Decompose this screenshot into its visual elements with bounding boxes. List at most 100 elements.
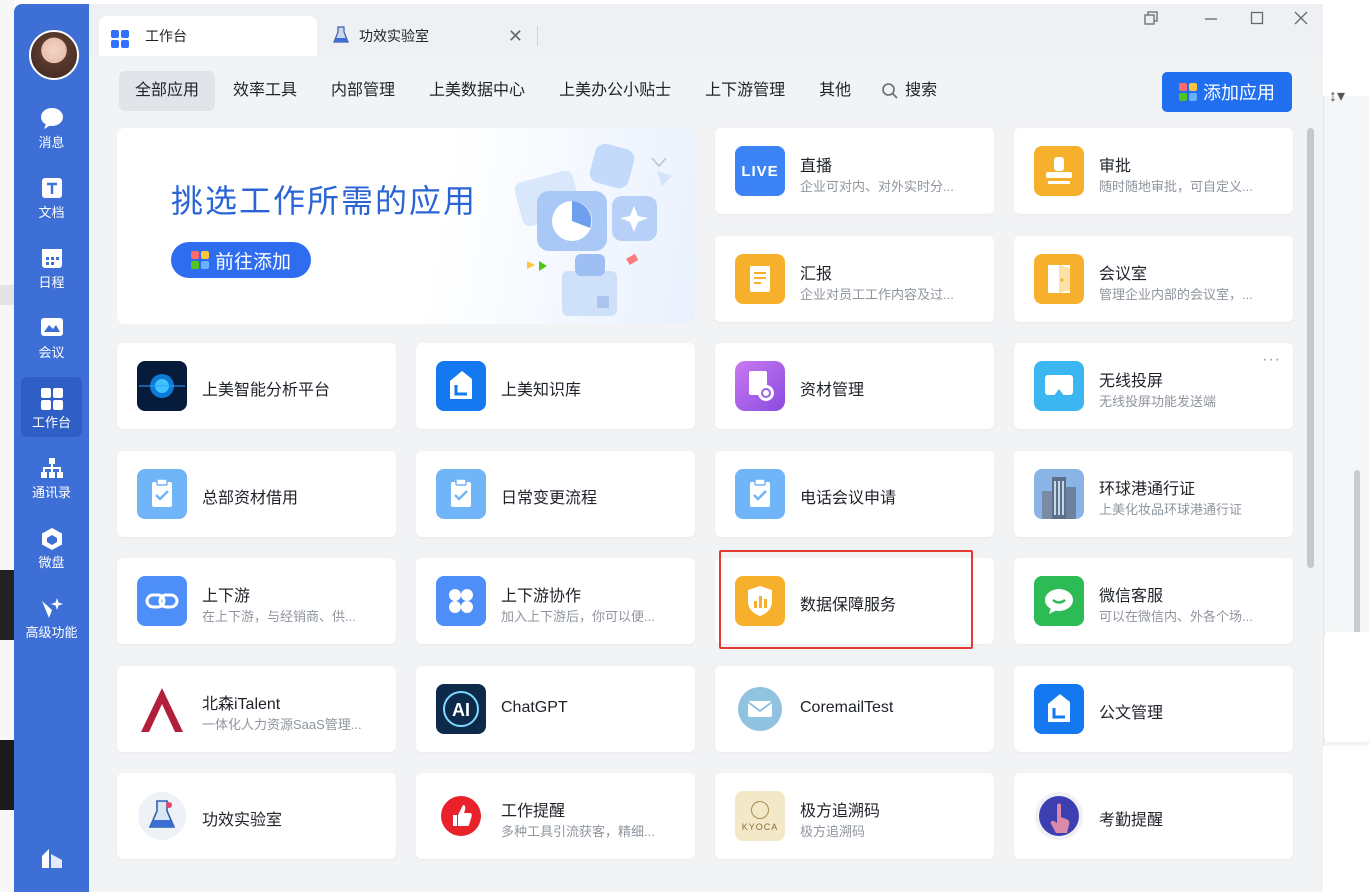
- touch-finger-icon: [1034, 791, 1084, 841]
- app-name: 无线投屏: [1099, 373, 1164, 390]
- app-card[interactable]: AI ChatGPT: [416, 665, 695, 752]
- svg-text:AI: AI: [452, 700, 470, 720]
- minimize-icon[interactable]: [1203, 10, 1219, 31]
- sidebar-item-label: 文档: [38, 205, 65, 220]
- app-name: 极方追溯码: [800, 803, 881, 820]
- app-name: 微信客服: [1099, 588, 1164, 605]
- popout-icon[interactable]: [1143, 10, 1159, 31]
- app-card[interactable]: 资材管理: [715, 343, 994, 429]
- sidebar-item-2[interactable]: 文档: [21, 167, 82, 227]
- app-card[interactable]: 上下游协作 加入上下游后，你可以便...: [416, 558, 695, 644]
- app-desc: 企业可对内、对外实时分...: [800, 179, 954, 194]
- app-card[interactable]: 微信客服 可以在微信内、外各个场...: [1014, 558, 1293, 644]
- app-card[interactable]: 日常变更流程: [416, 450, 695, 537]
- beisen-logo-icon: [137, 683, 187, 734]
- app-card[interactable]: 审批 随时随地审批，可自定义...: [1014, 128, 1293, 214]
- sidebar-item-label: 通讯录: [31, 485, 71, 500]
- sidebar-item-3[interactable]: 日程: [21, 237, 82, 297]
- app-card[interactable]: 上下游 在上下游，与经销商、供...: [117, 558, 396, 644]
- close-icon[interactable]: ✕: [508, 26, 523, 47]
- tab-lab[interactable]: 功效实验室 ✕: [321, 16, 537, 56]
- background-strip: [0, 740, 14, 810]
- contacts-tree-icon: [40, 457, 64, 479]
- app-grid-icon: [1179, 83, 1197, 101]
- app-card[interactable]: CoremailTest: [715, 665, 994, 752]
- knowledge-base-icon: [436, 361, 486, 411]
- background-left: [0, 0, 14, 892]
- app-card[interactable]: 考勤提醒: [1014, 773, 1293, 859]
- app-name: 考勤提醒: [1099, 812, 1164, 829]
- filter-tab-6[interactable]: 上下游管理: [689, 71, 801, 111]
- app-desc: 极方追溯码: [800, 824, 866, 839]
- avatar[interactable]: [29, 30, 79, 80]
- app-card[interactable]: LIVE 直播企业可对内、对外实时分...: [715, 128, 994, 214]
- app-card[interactable]: 电话会议申请: [715, 450, 994, 537]
- app-card[interactable]: 上美知识库: [416, 343, 695, 429]
- app-card[interactable]: 会议室 管理企业内部的会议室，...: [1014, 236, 1293, 322]
- background-scrollbar: [1354, 470, 1360, 640]
- filter-tab-5[interactable]: 上美办公小贴士: [543, 71, 687, 111]
- app-card[interactable]: 工作提醒 多种工具引流获客，精细...: [416, 773, 695, 859]
- sidebar-item-6[interactable]: 通讯录: [21, 447, 82, 507]
- app-name: 会议室: [1099, 266, 1148, 283]
- app-card[interactable]: 公文管理: [1014, 665, 1293, 752]
- more-icon[interactable]: ···: [1262, 351, 1281, 369]
- filter-tab-3[interactable]: 内部管理: [315, 71, 411, 111]
- clipboard-check-icon: [436, 468, 486, 519]
- app-name: 直播: [800, 158, 833, 175]
- app-name: 总部资材借用: [202, 489, 299, 507]
- window-close-icon[interactable]: [1293, 10, 1309, 31]
- app-card[interactable]: 环球港通行证 上美化妆品环球港通行证: [1014, 450, 1293, 537]
- filter-tab-7[interactable]: 其他: [803, 71, 867, 111]
- analytics-globe-icon: [137, 361, 187, 411]
- app-name: 上下游: [202, 588, 251, 605]
- app-card[interactable]: 无线投屏 无线投屏功能发送端 ···: [1014, 343, 1293, 429]
- app-name: 工作提醒: [501, 803, 566, 820]
- advanced-sparkle-icon: [40, 597, 64, 619]
- flask-icon: [137, 791, 187, 841]
- cloud-disk-icon: [40, 527, 64, 550]
- maximize-icon[interactable]: [1249, 10, 1265, 31]
- brand-logo-icon: [42, 849, 62, 868]
- banner-title: 挑选工作所需的应用: [171, 183, 478, 219]
- sidebar-item-1[interactable]: 消息: [21, 97, 82, 157]
- meeting-icon: [40, 317, 64, 339]
- document-house-icon: [1034, 683, 1084, 734]
- live-icon: LIVE: [735, 146, 785, 196]
- add-app-label: 添加应用: [1203, 83, 1275, 103]
- filter-tab-4[interactable]: 上美数据中心: [413, 71, 541, 111]
- app-card[interactable]: 北森iTalent 一体化人力资源SaaS管理...: [117, 665, 396, 752]
- sidebar: 消息文档日程会议工作台通讯录微盘高级功能: [14, 4, 89, 892]
- search-icon: [882, 83, 898, 99]
- app-desc: 加入上下游后，你可以便...: [501, 609, 655, 624]
- filter-tab-2[interactable]: 效率工具: [217, 71, 313, 111]
- app-card[interactable]: 上美智能分析平台: [117, 343, 396, 429]
- sidebar-item-7[interactable]: 微盘: [21, 517, 82, 577]
- sidebar-item-4[interactable]: 会议: [21, 307, 82, 367]
- tab-label: 工作台: [145, 28, 187, 44]
- add-app-button[interactable]: 添加应用: [1162, 72, 1292, 112]
- app-card[interactable]: 功效实验室: [117, 773, 396, 859]
- app-name: 环球港通行证: [1099, 480, 1196, 498]
- sidebar-item-label: 日程: [38, 275, 65, 290]
- app-card[interactable]: 汇报 企业对员工工作内容及过...: [715, 236, 994, 322]
- tab-workbench[interactable]: 工作台: [99, 16, 317, 56]
- clipboard-check-icon: [735, 468, 785, 519]
- link-icon: [137, 576, 187, 626]
- screen-cast-icon: [1034, 361, 1084, 411]
- app-name: CoremailTest: [800, 698, 894, 716]
- kyoca-logo-text: KYOCA: [741, 821, 779, 832]
- sort-icon[interactable]: ↕▾: [1329, 86, 1345, 106]
- search-button[interactable]: 搜索: [869, 71, 949, 111]
- background-card: [1323, 632, 1369, 742]
- sidebar-item-8[interactable]: 高级功能: [21, 587, 82, 647]
- sidebar-item-5[interactable]: 工作台: [21, 377, 82, 437]
- go-add-button[interactable]: 前往添加: [171, 242, 311, 278]
- material-doc-icon: [735, 361, 785, 411]
- app-card[interactable]: KYOCA 极方追溯码 极方追溯码: [715, 773, 994, 859]
- scrollbar[interactable]: [1307, 128, 1314, 568]
- building-photo-icon: [1034, 468, 1084, 519]
- filter-tab-1[interactable]: 全部应用: [119, 71, 216, 111]
- app-card[interactable]: 总部资材借用: [117, 450, 396, 537]
- workbench-grid-icon: [111, 25, 135, 48]
